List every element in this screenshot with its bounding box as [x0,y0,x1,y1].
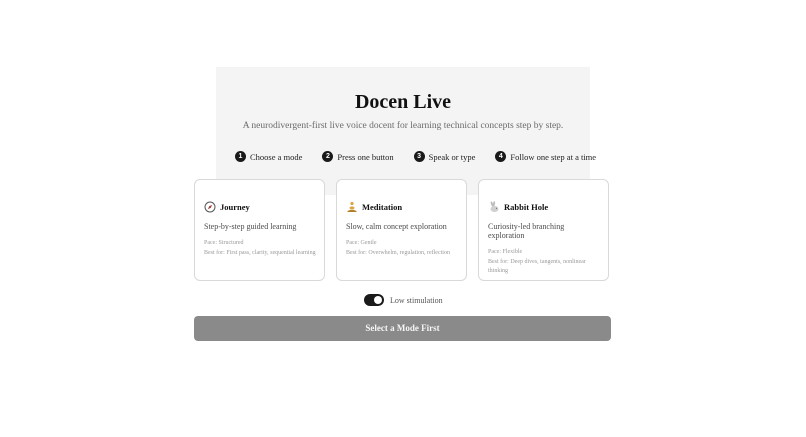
mode-best-for: Best for: Overwhelm, regulation, reflect… [346,249,450,256]
step-1: 1 Choose a mode [235,151,302,162]
mode-meta: Pace: Structured Best for: First pass, c… [204,239,316,258]
step-number-badge: 4 [495,151,507,162]
mode-card-header: Journey [204,201,316,213]
low-stimulation-row: Low stimulation [364,294,443,306]
mode-best-for: Best for: Deep dives, tangents, nonlinea… [488,258,586,275]
mode-name: Journey [220,202,250,212]
step-2: 2 Press one button [322,151,394,162]
mode-card-header: Meditation [346,201,458,213]
mode-meta: Pace: Gentle Best for: Overwhelm, regula… [346,239,458,258]
step-4: 4 Follow one step at a time [495,151,596,162]
mode-card-header: Rabbit Hole [488,201,600,213]
mode-cards: Journey Step-by-step guided learning Pac… [194,179,611,283]
step-label: Speak or type [428,151,476,162]
mode-pace: Pace: Structured [204,240,244,246]
compass-icon [204,201,216,213]
mode-pace: Pace: Flexible [488,249,523,255]
rabbit-icon [488,201,500,213]
mode-meta: Pace: Flexible Best for: Deep dives, tan… [488,248,600,277]
low-stimulation-label: Low stimulation [390,295,443,305]
page-title: Docen Live [354,91,452,113]
step-number-badge: 3 [413,151,425,162]
mode-card-journey[interactable]: Journey Step-by-step guided learning Pac… [194,179,325,281]
step-3: 3 Speak or type [413,151,476,162]
low-stimulation-toggle[interactable] [364,294,384,306]
toggle-knob [374,296,382,304]
mode-description: Curiosity-led branching exploration [488,222,565,240]
select-mode-button[interactable]: Select a Mode First [194,316,611,341]
mode-best-for: Best for: First pass, clarity, sequentia… [204,249,316,256]
mode-name: Rabbit Hole [504,202,549,212]
mode-description: Step-by-step guided learning [204,222,297,231]
mode-name: Meditation [362,202,403,212]
mode-card-rabbit-hole[interactable]: Rabbit Hole Curiosity-led branching expl… [478,179,609,281]
mode-description: Slow, calm concept exploration [346,222,447,231]
step-number-badge: 2 [322,151,334,162]
page-subtitle: A neurodivergent-first live voice docent… [242,121,564,131]
meditation-icon [346,201,358,213]
step-label: Choose a mode [250,151,303,162]
mode-pace: Pace: Gentle [346,240,377,246]
mode-card-meditation[interactable]: Meditation Slow, calm concept exploratio… [336,179,467,281]
step-label: Press one button [337,151,394,162]
step-number-badge: 1 [235,151,246,162]
hero-panel [216,67,590,195]
steps-list: 1 Choose a mode 2 Press one button 3 Spe… [235,150,596,163]
step-label: Follow one step at a time [510,151,597,162]
